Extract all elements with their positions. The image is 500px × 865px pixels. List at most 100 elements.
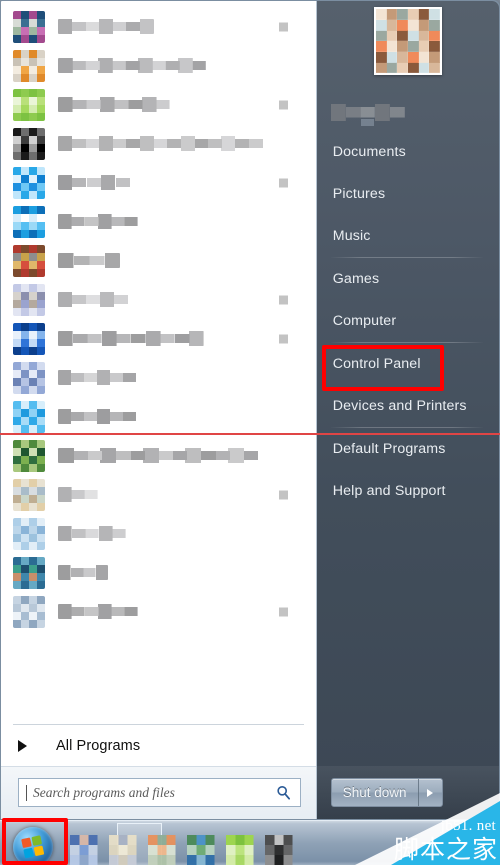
- taskbar-icon-list[interactable]: [70, 835, 293, 865]
- program-list-item[interactable]: [7, 475, 310, 514]
- program-icon-orange: [13, 49, 45, 82]
- program-list-item[interactable]: [7, 7, 310, 46]
- program-list-item-label: [58, 487, 98, 502]
- program-icon-skyblue: [13, 166, 45, 199]
- jump-list-arrow-icon[interactable]: [278, 490, 288, 499]
- jump-list-arrow-icon[interactable]: [278, 178, 288, 187]
- program-list-item-label: [58, 175, 130, 190]
- start-menu-item-documents[interactable]: Documents: [317, 131, 499, 173]
- taskbar-icon[interactable]: [148, 835, 176, 865]
- taskbar-icon[interactable]: [226, 835, 254, 865]
- start-menu-item-control-panel[interactable]: Control Panel: [317, 343, 499, 385]
- program-icon-dark-green: [13, 439, 45, 472]
- start-menu-item-label: Control Panel: [332, 356, 421, 372]
- start-menu-item-pictures[interactable]: Pictures: [317, 173, 499, 215]
- start-menu: All Programs Search programs and files D…: [0, 0, 500, 820]
- program-list-item[interactable]: [7, 46, 310, 85]
- program-list-item[interactable]: [7, 358, 310, 397]
- program-list-item-label: [58, 19, 154, 34]
- taskbar-icon[interactable]: [187, 835, 215, 865]
- program-icon-blue-dot: [13, 205, 45, 238]
- program-list-item[interactable]: [7, 280, 310, 319]
- start-menu-item-games[interactable]: Games: [317, 258, 499, 300]
- start-menu-item-label: Documents: [332, 144, 406, 160]
- program-icon-royal-blue: [13, 322, 45, 355]
- search-strip: Search programs and files: [1, 766, 316, 819]
- program-icon-teal: [13, 556, 45, 589]
- program-list-item[interactable]: [7, 163, 310, 202]
- start-menu-item-computer[interactable]: Computer: [317, 300, 499, 342]
- avatar[interactable]: [375, 9, 440, 73]
- program-icon-pale-blue: [13, 361, 45, 394]
- start-menu-left-pane: All Programs Search programs and files: [1, 1, 317, 819]
- start-menu-item-music[interactable]: Music: [317, 215, 499, 257]
- chevron-right-icon: [427, 788, 434, 797]
- program-list-item-label: [58, 604, 138, 619]
- shut-down-options-button[interactable]: [419, 779, 442, 806]
- start-menu-right-pane: Documents Pictures Music Games Computer Contr…: [316, 1, 499, 819]
- start-menu-item-label: Devices and Printers: [332, 398, 467, 414]
- program-list-item-label: [58, 370, 136, 385]
- start-menu-item-devices-and-printers[interactable]: Devices and Printers: [317, 385, 499, 427]
- program-icon-cyan-face: [13, 400, 45, 433]
- screenshot-root: All Programs Search programs and files D…: [0, 0, 500, 865]
- jump-list-arrow-icon[interactable]: [278, 295, 288, 304]
- windows-logo-icon: [21, 835, 45, 859]
- shut-down-label: Shut down: [342, 785, 407, 800]
- program-list-item-label: [58, 253, 120, 268]
- jump-list-arrow-icon[interactable]: [278, 334, 288, 343]
- start-menu-item-default-programs[interactable]: Default Programs: [317, 428, 499, 470]
- program-list-item-label: [58, 136, 263, 151]
- program-list-item[interactable]: [7, 553, 310, 592]
- taskbar-icon[interactable]: [265, 835, 293, 865]
- taskbar-icon[interactable]: [109, 835, 137, 865]
- text-caret: [26, 784, 27, 801]
- program-icon-beige: [13, 478, 45, 511]
- program-list-item[interactable]: [7, 397, 310, 436]
- program-list-item[interactable]: [7, 85, 310, 124]
- left-pane-divider: [13, 724, 304, 725]
- chevron-right-icon: [18, 740, 27, 752]
- program-list-item[interactable]: [7, 241, 310, 280]
- program-icon-light-blue: [13, 517, 45, 550]
- start-menu-item-label: Pictures: [332, 186, 386, 202]
- program-icon-green: [13, 88, 45, 121]
- program-list-item[interactable]: [7, 202, 310, 241]
- program-list-item-label: [58, 292, 128, 307]
- program-list-item-label: [58, 58, 206, 73]
- program-list-item-label: [58, 409, 136, 424]
- program-list-item[interactable]: [7, 436, 310, 475]
- program-icon-red-brown: [13, 244, 45, 277]
- windows-start-orb[interactable]: [13, 827, 53, 865]
- program-list-item-label: [58, 526, 126, 541]
- jump-list-arrow-icon[interactable]: [278, 607, 288, 616]
- search-icon[interactable]: [276, 785, 291, 800]
- all-programs-button[interactable]: All Programs: [1, 726, 316, 766]
- program-list-item-label: [58, 214, 138, 229]
- program-list-item[interactable]: [7, 319, 310, 358]
- program-list-item[interactable]: [7, 592, 310, 631]
- search-input[interactable]: Search programs and files: [18, 778, 301, 807]
- start-menu-item-help-and-support[interactable]: Help and Support: [317, 470, 499, 512]
- program-list[interactable]: [1, 3, 316, 723]
- all-programs-label: All Programs: [56, 738, 141, 754]
- start-menu-item-label: Games: [332, 271, 380, 287]
- program-list-item-label: [58, 331, 204, 346]
- search-placeholder: Search programs and files: [33, 784, 175, 800]
- start-menu-links[interactable]: Documents Pictures Music Games Computer Contr…: [317, 131, 499, 512]
- program-list-item-label: [58, 97, 170, 112]
- jump-list-arrow-icon[interactable]: [278, 22, 288, 31]
- user-avatar-frame[interactable]: [373, 7, 442, 75]
- start-menu-item-label: Help and Support: [332, 483, 446, 499]
- program-list-item-label: [58, 448, 258, 463]
- taskbar[interactable]: [0, 820, 500, 865]
- program-icon-magenta: [13, 10, 45, 43]
- shut-down-button[interactable]: Shut down: [330, 778, 443, 807]
- program-list-item-label: [58, 565, 108, 580]
- program-icon-lavender: [13, 283, 45, 316]
- program-list-item[interactable]: [7, 124, 310, 163]
- start-menu-item-label: Computer: [332, 313, 397, 329]
- taskbar-icon[interactable]: [70, 835, 98, 865]
- program-list-item[interactable]: [7, 514, 310, 553]
- jump-list-arrow-icon[interactable]: [278, 100, 288, 109]
